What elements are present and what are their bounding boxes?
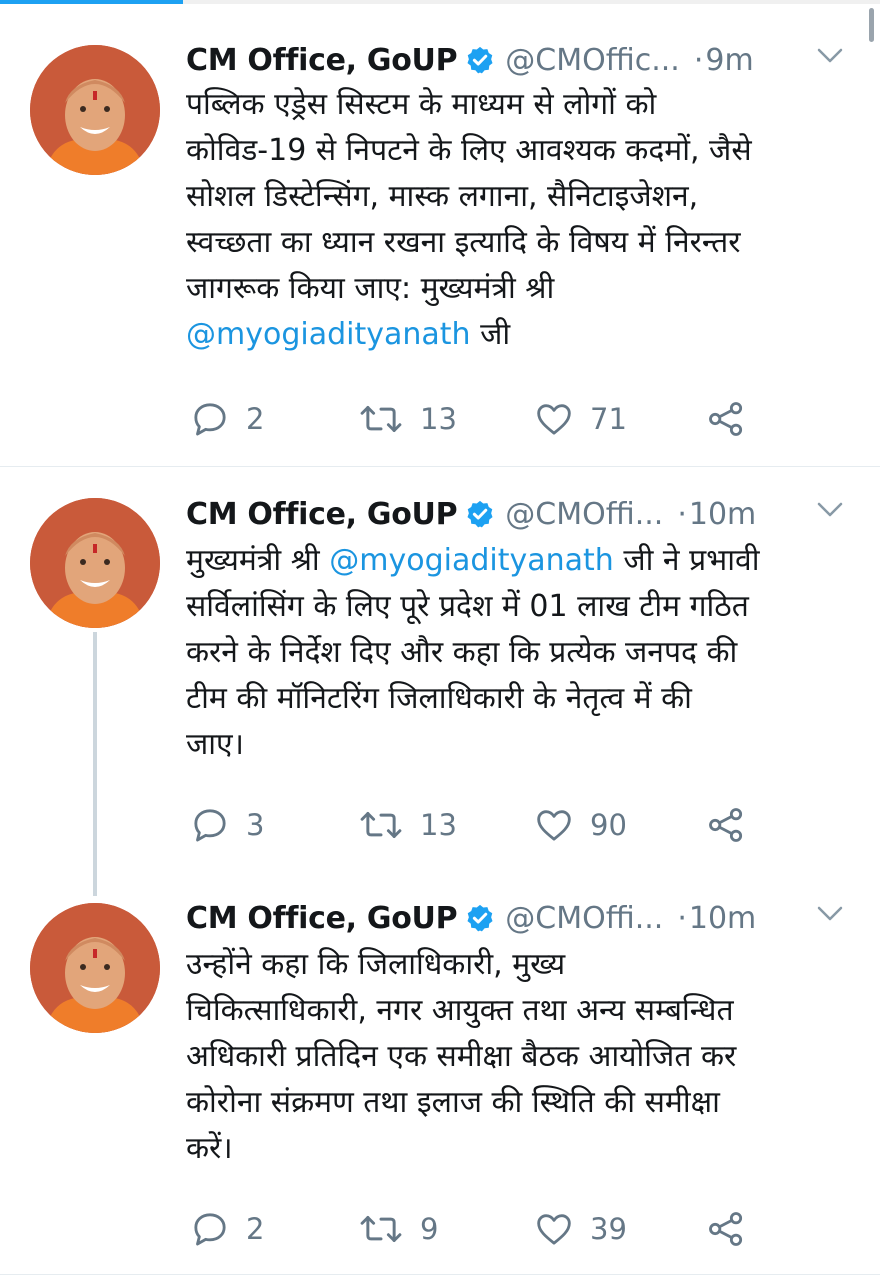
user-handle[interactable]: @CMOffi... xyxy=(505,497,663,532)
share-icon xyxy=(709,402,743,436)
chevron-down-icon[interactable] xyxy=(816,904,844,924)
reply-count: 2 xyxy=(246,1212,265,1246)
retweet-icon xyxy=(360,812,402,838)
like-count: 39 xyxy=(590,1212,627,1246)
verified-badge-icon xyxy=(465,499,495,529)
tweet-text-line: जाए। xyxy=(186,727,244,762)
tweet-text-line: सर्विलांसिंग के लिए पूरे प्रदेश में 01 ल… xyxy=(186,589,749,624)
tweet-text-line: कोरोना संक्रमण तथा इलाज की स्थिति की समी… xyxy=(186,1085,720,1120)
share-icon xyxy=(709,808,743,842)
tweet-text-line: @myogiadityanath जी xyxy=(186,312,856,358)
retweet-button[interactable]: 13 xyxy=(358,802,457,848)
tweet-header: CM Office, GoUP @CMOffic... · 9m xyxy=(186,38,856,82)
retweet-icon xyxy=(360,406,402,432)
share-button[interactable] xyxy=(706,1206,746,1252)
retweet-count: 13 xyxy=(420,808,457,842)
timestamp[interactable]: 9m xyxy=(705,43,753,78)
reply-icon xyxy=(194,809,226,842)
chevron-down-icon[interactable] xyxy=(816,500,844,520)
tweet-text-line: कोविड-19 से निपटने के लिए आवश्यक कदमों, … xyxy=(186,133,752,168)
user-handle[interactable]: @CMOffic... xyxy=(505,43,680,78)
tweet-actions: 3 13 90 xyxy=(186,802,786,848)
thread-connector xyxy=(93,632,97,896)
heart-icon xyxy=(537,404,571,435)
tweet-text-line: चिकित्साधिकारी, नगर आयुक्त तथा अन्य सम्ब… xyxy=(186,993,734,1028)
tweet-divider xyxy=(0,1274,880,1275)
top-progress-accent xyxy=(0,0,183,4)
separator-dot: · xyxy=(677,900,687,936)
tweet-text-line: करें। xyxy=(186,1131,233,1166)
tweet-text-line: टीम की मॉनिटरिंग जिलाधिकारी के नेतृत्व म… xyxy=(186,681,692,716)
separator-dot: · xyxy=(693,42,704,78)
tweet-text-line: उन्होंने कहा कि जिलाधिकारी, मुख्य xyxy=(186,947,566,982)
tweet-text-line: अधिकारी प्रतिदिन एक समीक्षा बैठक आयोजित … xyxy=(186,1039,737,1074)
share-button[interactable] xyxy=(706,396,746,442)
tweet-header: CM Office, GoUP @CMOffi... · 10m xyxy=(186,896,856,940)
heart-icon xyxy=(537,810,571,841)
avatar[interactable] xyxy=(30,498,160,628)
share-button[interactable] xyxy=(706,802,746,848)
tweet-text-line: पब्लिक एड्रेस सिस्टम के माध्यम से लोगों … xyxy=(186,87,657,122)
tweet-text-line: जागरूक किया जाए: मुख्यमंत्री श्री xyxy=(186,271,555,306)
tweet-text-fragment: मुख्यमंत्री श्री xyxy=(186,543,330,578)
like-count: 71 xyxy=(590,402,627,436)
tweet-actions: 2 13 71 xyxy=(186,396,786,442)
tweet-text-line: मुख्यमंत्री श्री @myogiadityanath जी ने … xyxy=(186,538,856,584)
share-icon xyxy=(709,1212,743,1246)
tweet-text: मुख्यमंत्री श्री @myogiadityanath जी ने … xyxy=(186,538,856,768)
retweet-button[interactable]: 13 xyxy=(358,396,457,442)
retweet-icon xyxy=(360,1216,402,1242)
tweet-text-line: सोशल डिस्टेन्सिंग, मास्क लगाना, सैनिटाइज… xyxy=(186,179,699,214)
chevron-down-icon[interactable] xyxy=(816,46,844,66)
reply-count: 2 xyxy=(246,402,265,436)
retweet-count: 9 xyxy=(420,1212,439,1246)
scrollbar-thumb[interactable] xyxy=(869,8,874,42)
tweet-text-line: स्वच्छता का ध्यान रखना इत्यादि के विषय म… xyxy=(186,225,741,260)
reply-icon xyxy=(194,403,226,436)
timestamp[interactable]: 10m xyxy=(689,497,756,532)
tweet-actions: 2 9 39 xyxy=(186,1206,786,1252)
like-button[interactable]: 90 xyxy=(534,802,627,848)
tweet-text-fragment: जी ने प्रभावी xyxy=(613,543,760,578)
timestamp[interactable]: 10m xyxy=(689,901,756,936)
reply-icon xyxy=(194,1213,226,1246)
reply-button[interactable]: 3 xyxy=(190,802,264,848)
display-name[interactable]: CM Office, GoUP xyxy=(186,43,458,78)
separator-dot: · xyxy=(677,496,687,532)
tweet-text-fragment: जी xyxy=(470,317,511,352)
like-button[interactable]: 71 xyxy=(534,396,627,442)
reply-button[interactable]: 2 xyxy=(190,396,264,442)
heart-icon xyxy=(537,1214,571,1245)
tweet-divider xyxy=(0,466,880,467)
like-count: 90 xyxy=(590,808,627,842)
tweet-text-line: करने के निर्देश दिए और कहा कि प्रत्येक ज… xyxy=(186,635,738,670)
mention-link[interactable]: @myogiadityanath xyxy=(186,317,471,352)
tweet-text: पब्लिक एड्रेस सिस्टम के माध्यम से लोगों … xyxy=(186,82,856,358)
avatar[interactable] xyxy=(30,45,160,175)
retweet-count: 13 xyxy=(420,402,457,436)
display-name[interactable]: CM Office, GoUP xyxy=(186,497,458,532)
mention-link[interactable]: @myogiadityanath xyxy=(329,543,614,578)
retweet-button[interactable]: 9 xyxy=(358,1206,438,1252)
tweet-header: CM Office, GoUP @CMOffi... · 10m xyxy=(186,492,856,536)
tweet-text: उन्होंने कहा कि जिलाधिकारी, मुख्य चिकित्… xyxy=(186,942,856,1172)
verified-badge-icon xyxy=(465,903,495,933)
reply-count: 3 xyxy=(246,808,265,842)
display-name[interactable]: CM Office, GoUP xyxy=(186,901,458,936)
reply-button[interactable]: 2 xyxy=(190,1206,264,1252)
avatar[interactable] xyxy=(30,903,160,1033)
verified-badge-icon xyxy=(465,45,495,75)
like-button[interactable]: 39 xyxy=(534,1206,627,1252)
user-handle[interactable]: @CMOffi... xyxy=(505,901,663,936)
